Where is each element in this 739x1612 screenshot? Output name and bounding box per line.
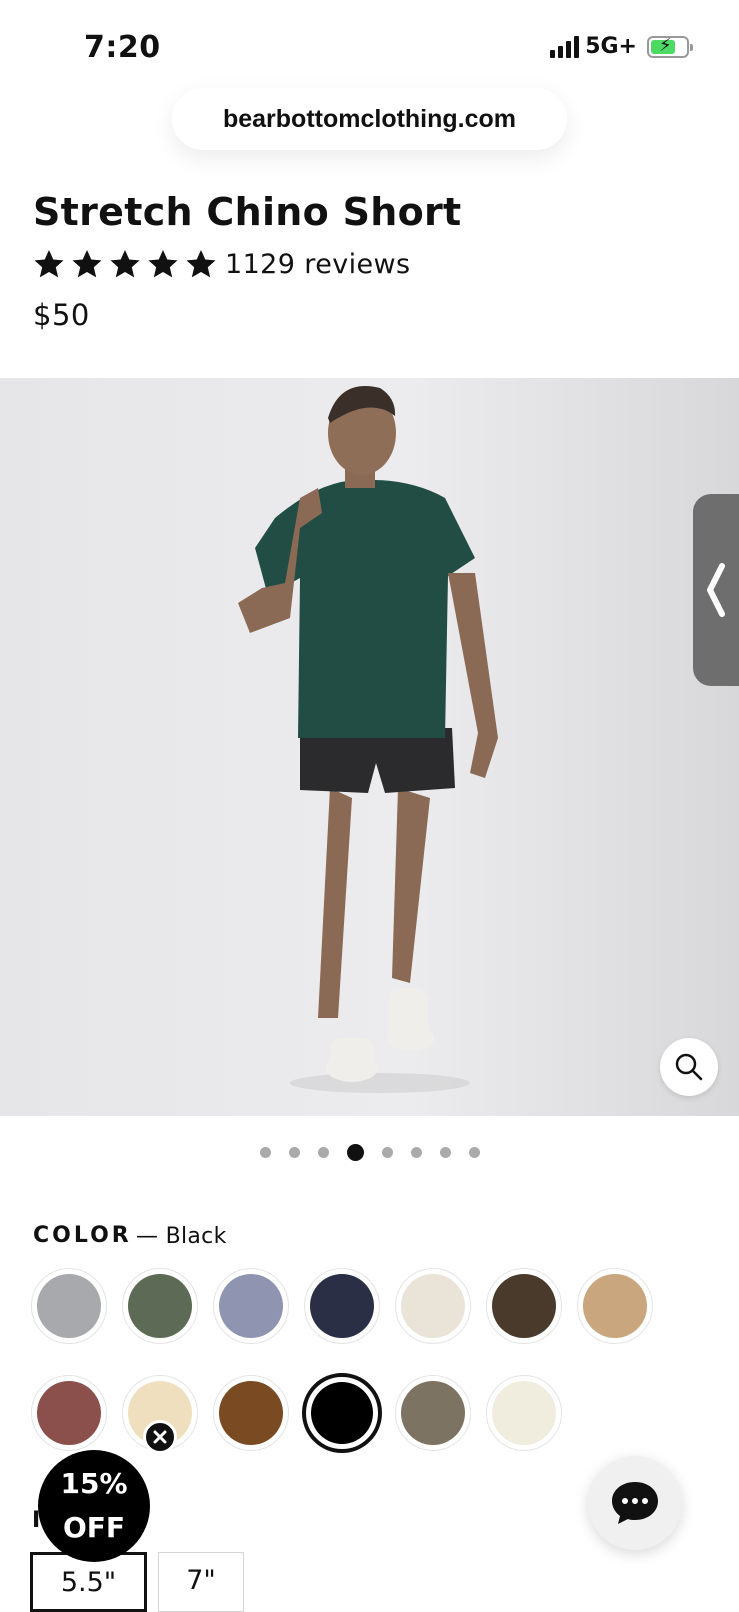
- promo-badge[interactable]: 15% OFF: [38, 1450, 150, 1562]
- promo-percent: 15%: [60, 1467, 128, 1500]
- status-indicators: 5G+ ⚡: [550, 34, 693, 59]
- product-image[interactable]: [0, 378, 739, 1116]
- color-swatch[interactable]: [31, 1375, 107, 1451]
- chat-button[interactable]: [588, 1456, 682, 1550]
- color-swatch[interactable]: [213, 1268, 289, 1344]
- gallery-dot[interactable]: [439, 1147, 451, 1158]
- close-icon: [153, 1430, 167, 1444]
- gallery-dot[interactable]: [288, 1147, 300, 1158]
- signal-icon: [550, 35, 580, 58]
- product-title: Stretch Chino Short: [33, 190, 462, 234]
- gallery-dot[interactable]: [346, 1144, 364, 1161]
- url-bar[interactable]: bearbottomclothing.com: [172, 88, 567, 150]
- color-swatch[interactable]: [213, 1375, 289, 1451]
- star-rating: [33, 248, 217, 280]
- star-icon: [148, 250, 178, 278]
- color-swatch[interactable]: [31, 1268, 107, 1344]
- color-swatch[interactable]: [302, 1373, 382, 1453]
- promo-off: OFF: [62, 1511, 126, 1544]
- gallery-dot[interactable]: [468, 1147, 480, 1158]
- color-label: COLOR: [33, 1223, 132, 1248]
- color-swatch[interactable]: [486, 1375, 562, 1451]
- rating-row[interactable]: 1129 reviews: [33, 248, 410, 280]
- network-type: 5G+: [585, 34, 637, 59]
- search-icon: [675, 1053, 703, 1081]
- side-drawer-tab[interactable]: [693, 494, 739, 686]
- chat-icon: [612, 1482, 658, 1524]
- product-price: $50: [33, 298, 90, 332]
- color-swatch[interactable]: [486, 1268, 562, 1344]
- promo-close-button[interactable]: [143, 1420, 177, 1454]
- color-swatch[interactable]: [395, 1375, 471, 1451]
- status-bar: 7:20 5G+ ⚡: [0, 0, 739, 90]
- color-swatch[interactable]: [577, 1268, 653, 1344]
- star-icon: [186, 250, 216, 278]
- gallery-dot[interactable]: [259, 1147, 271, 1158]
- gallery-dot[interactable]: [410, 1147, 422, 1158]
- battery-icon: ⚡: [647, 35, 693, 58]
- status-time: 7:20: [84, 30, 161, 65]
- color-selected-name: — Black: [136, 1224, 227, 1249]
- gallery-dot[interactable]: [317, 1147, 329, 1158]
- star-icon: [110, 250, 140, 278]
- star-icon: [34, 250, 64, 278]
- zoom-button[interactable]: [660, 1038, 718, 1096]
- color-swatch[interactable]: [304, 1268, 380, 1344]
- length-option-7[interactable]: 7": [158, 1552, 244, 1612]
- gallery-dot[interactable]: [381, 1147, 393, 1158]
- model-photo: [238, 386, 498, 1093]
- color-swatch[interactable]: [122, 1268, 198, 1344]
- reviews-link[interactable]: 1129 reviews: [225, 249, 410, 280]
- chevron-left-icon: [707, 563, 725, 617]
- star-icon: [72, 250, 102, 278]
- color-swatch[interactable]: [395, 1268, 471, 1344]
- gallery-pagination[interactable]: [0, 1144, 739, 1161]
